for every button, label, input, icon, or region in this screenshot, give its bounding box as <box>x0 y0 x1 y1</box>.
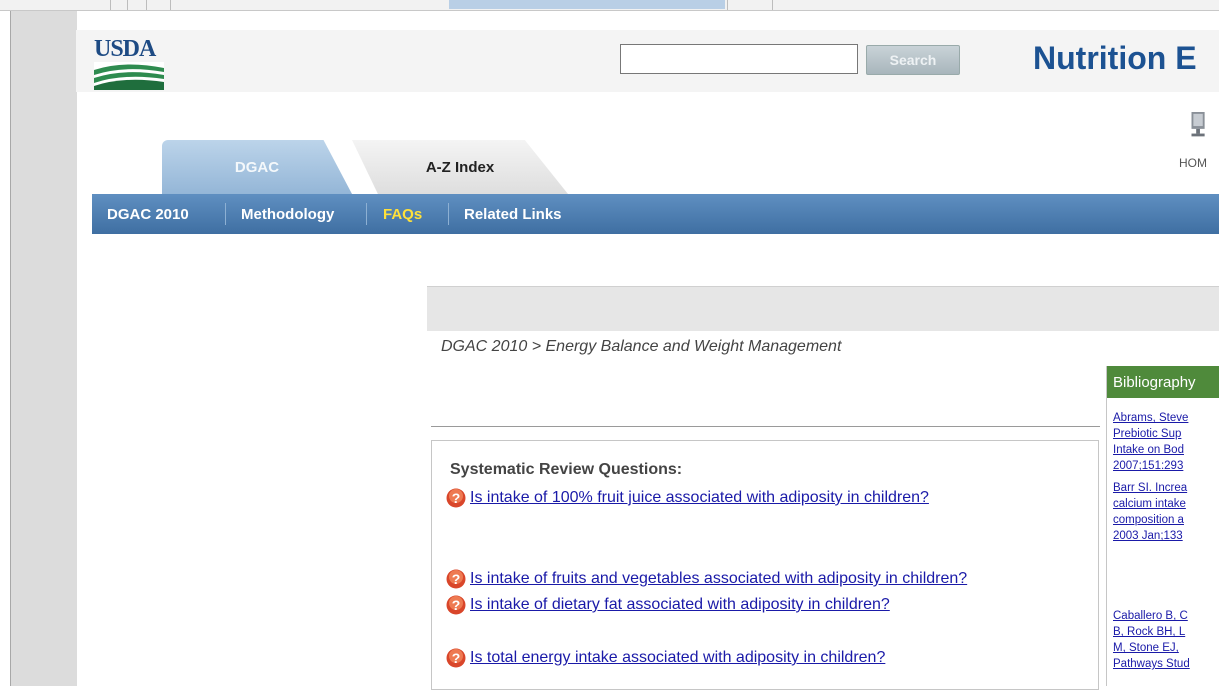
search-button[interactable]: Search <box>866 45 960 75</box>
question-item[interactable]: ? Is intake of 100% fruit juice associat… <box>446 488 929 508</box>
questions-title: Systematic Review Questions: <box>450 461 683 478</box>
nav-item-label: FAQs <box>383 205 423 223</box>
question-icon: ? <box>446 648 466 668</box>
content-title-bar <box>427 286 1219 331</box>
ref-line: Barr SI. Increa <box>1113 482 1188 494</box>
site-title: Nutrition E <box>1033 40 1197 76</box>
breadcrumb: DGAC 2010 > Energy Balance and Weight Ma… <box>441 338 842 355</box>
left-gutter <box>0 11 77 686</box>
nav-item-related-links[interactable]: Related Links <box>464 194 562 234</box>
bibliography-ref[interactable]: Barr SI. Increa calcium intake compositi… <box>1113 480 1219 544</box>
bibliography-title: Bibliography <box>1113 373 1196 391</box>
browser-top-strip <box>0 0 1219 11</box>
nav-item-label: Related Links <box>464 205 562 223</box>
ref-line: composition a <box>1113 514 1184 526</box>
top-strip-divider <box>127 0 128 10</box>
question-link[interactable]: Is total energy intake associated with a… <box>470 649 885 667</box>
logo-swoosh-icon <box>94 62 164 90</box>
nav-separator <box>448 203 449 225</box>
top-strip-highlight <box>449 0 725 9</box>
question-link[interactable]: Is intake of fruits and vegetables assoc… <box>470 570 967 588</box>
svg-text:?: ? <box>452 490 461 506</box>
divider <box>431 426 1100 427</box>
ref-line: calcium intake <box>1113 498 1186 510</box>
bibliography-panel: Bibliography Abrams, Steve Prebiotic Sup… <box>1106 366 1219 686</box>
bibliography-ref[interactable]: Abrams, Steve Prebiotic Sup Intake on Bo… <box>1113 410 1219 474</box>
nav-item-label: DGAC 2010 <box>107 205 189 223</box>
nav-separator <box>225 203 226 225</box>
nav-item-faqs[interactable]: FAQs <box>383 194 422 234</box>
question-icon: ? <box>446 595 466 615</box>
logo-text: USDA <box>94 36 156 62</box>
bibliography-header: Bibliography <box>1107 366 1219 398</box>
question-link[interactable]: Is intake of 100% fruit juice associated… <box>470 489 929 507</box>
home-label: HOM <box>1179 156 1207 170</box>
ref-line: Caballero B, C <box>1113 610 1188 622</box>
svg-text:?: ? <box>452 650 461 666</box>
tab-dgac[interactable]: DGAC <box>162 140 352 194</box>
top-strip-divider <box>170 0 171 10</box>
nav-item-methodology[interactable]: Methodology <box>241 194 334 234</box>
tab-dgac-label: DGAC <box>234 158 280 176</box>
tab-az-index[interactable]: A-Z Index <box>352 140 568 194</box>
monitor-icon <box>1191 112 1205 137</box>
ref-line: Abrams, Steve <box>1113 412 1189 424</box>
ref-line: M, Stone EJ, <box>1113 642 1179 654</box>
top-strip-divider <box>110 0 111 10</box>
question-icon: ? <box>446 569 466 589</box>
nav-separator <box>366 203 367 225</box>
question-item[interactable]: ? Is total energy intake associated with… <box>446 648 885 668</box>
top-strip-divider <box>727 0 728 10</box>
question-item[interactable]: ? Is intake of fruits and vegetables ass… <box>446 569 967 589</box>
home-link[interactable]: HOM <box>1178 112 1219 178</box>
ref-line: Pathways Stud <box>1113 658 1190 670</box>
ref-line: Intake on Bod <box>1113 444 1184 456</box>
ref-line: 2007;151:293 <box>1113 460 1184 472</box>
top-strip-divider <box>772 0 773 10</box>
usda-logo[interactable]: USDA <box>94 36 164 92</box>
ref-line: B, Rock BH, L <box>1113 626 1186 638</box>
tab-az-index-label: A-Z Index <box>425 158 495 176</box>
question-icon: ? <box>446 488 466 508</box>
bibliography-ref[interactable]: Caballero B, C B, Rock BH, L M, Stone EJ… <box>1113 608 1219 672</box>
ref-line: Prebiotic Sup <box>1113 428 1182 440</box>
svg-text:?: ? <box>452 597 461 613</box>
question-link[interactable]: Is intake of dietary fat associated with… <box>470 596 890 614</box>
nav-item-label: Methodology <box>241 205 335 223</box>
svg-text:?: ? <box>452 571 461 587</box>
left-gutter-panel <box>10 11 77 686</box>
nav-item-dgac-2010[interactable]: DGAC 2010 <box>107 194 189 234</box>
search-input[interactable] <box>620 44 858 74</box>
top-strip-divider <box>146 0 147 10</box>
ref-line: 2003 Jan;133 <box>1113 530 1183 542</box>
question-item[interactable]: ? Is intake of dietary fat associated wi… <box>446 595 890 615</box>
